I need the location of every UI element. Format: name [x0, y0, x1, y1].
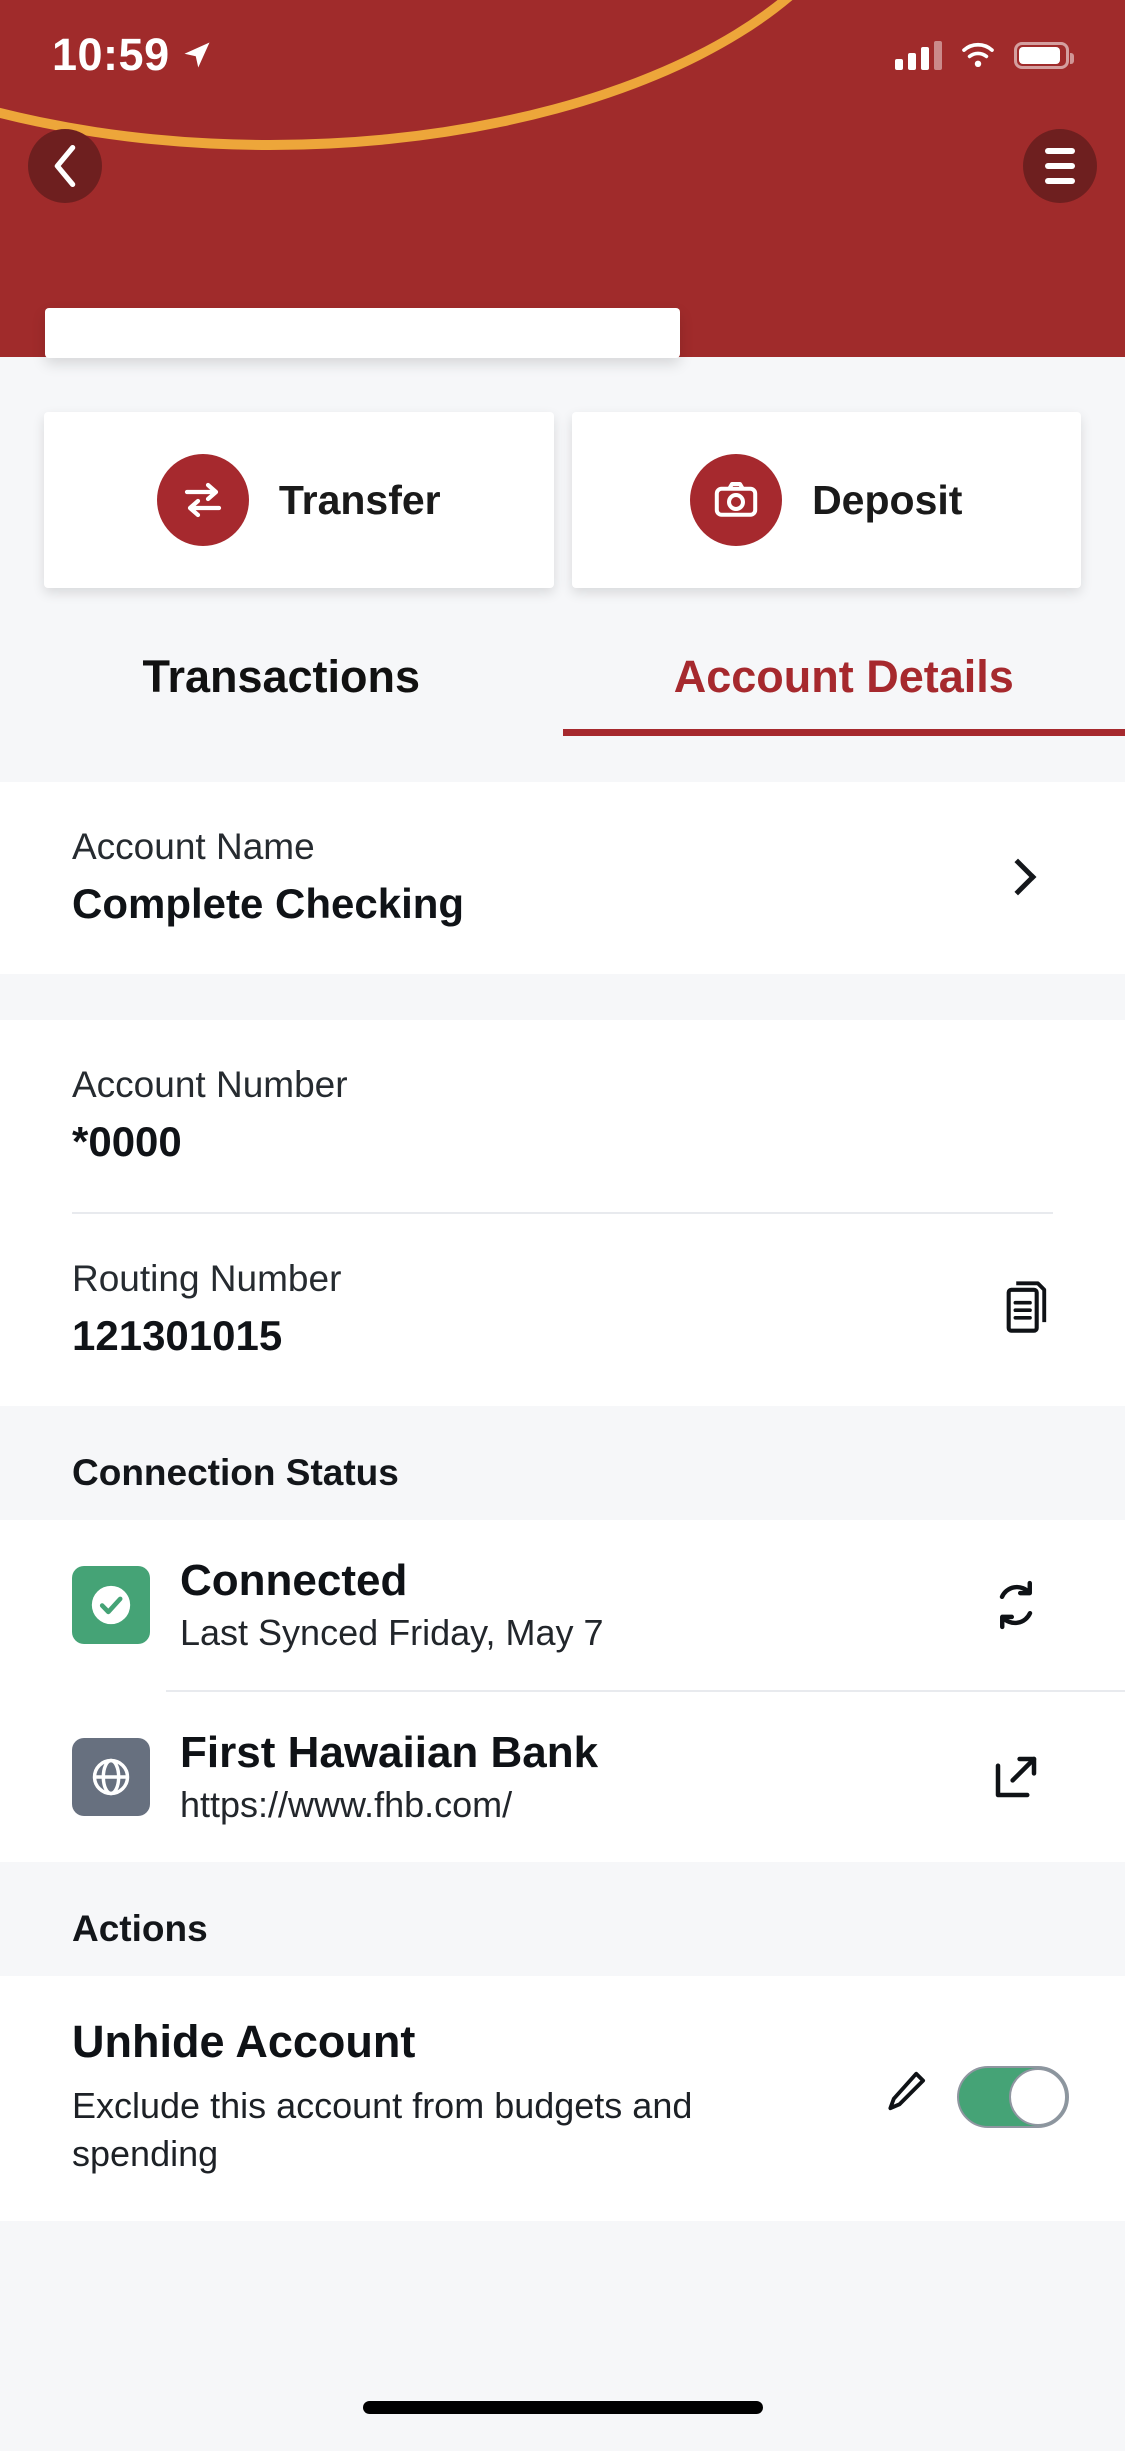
- unhide-account-row: Unhide Account Exclude this account from…: [0, 1976, 1125, 2221]
- institution-url: https://www.fhb.com/: [180, 1784, 949, 1826]
- external-link-icon: [989, 1750, 1043, 1804]
- hamburger-menu-icon: [1045, 163, 1075, 169]
- bottom-spacer: [0, 2221, 1125, 2451]
- tab-transactions[interactable]: Transactions: [0, 618, 563, 736]
- section-gap: [0, 974, 1125, 1020]
- quick-actions-row: Transfer Deposit: [0, 412, 1125, 588]
- chevron-right-icon: [1000, 859, 1037, 896]
- edit-account-button[interactable]: [879, 2066, 931, 2127]
- connection-status-heading: Connection Status: [0, 1406, 1125, 1520]
- routing-number-row: Routing Number 121301015: [0, 1214, 1125, 1406]
- account-numbers-panel: Account Number *0000 Routing Number 1213…: [0, 1020, 1125, 1406]
- transfer-button[interactable]: Transfer: [44, 412, 554, 588]
- connection-institution-row: First Hawaiian Bank https://www.fhb.com/: [0, 1692, 1125, 1862]
- deposit-button[interactable]: Deposit: [572, 412, 1082, 588]
- deposit-label: Deposit: [812, 477, 962, 524]
- globe-icon: [72, 1738, 150, 1816]
- check-circle-icon: [72, 1566, 150, 1644]
- routing-number-value: 121301015: [72, 1312, 341, 1360]
- account-name-label: Account Name: [72, 826, 464, 868]
- transfer-label: Transfer: [279, 477, 441, 524]
- refresh-sync-button[interactable]: [979, 1577, 1053, 1633]
- tab-bar: Transactions Account Details: [0, 618, 1125, 736]
- connection-status-panel: Connected Last Synced Friday, May 7: [0, 1520, 1125, 1862]
- tab-transactions-label: Transactions: [142, 651, 420, 703]
- tab-account-details[interactable]: Account Details: [563, 618, 1125, 736]
- wifi-icon: [960, 41, 996, 69]
- hamburger-menu-icon: [1045, 148, 1075, 154]
- connection-status-title: Connected: [180, 1556, 949, 1606]
- tab-account-details-label: Account Details: [674, 651, 1014, 703]
- account-name-row[interactable]: Account Name Complete Checking: [0, 782, 1125, 974]
- account-number-row: Account Number *0000: [0, 1020, 1125, 1212]
- routing-number-label: Routing Number: [72, 1258, 341, 1300]
- refresh-sync-icon: [988, 1577, 1044, 1633]
- menu-button[interactable]: [1023, 129, 1097, 203]
- account-number-label: Account Number: [72, 1064, 348, 1106]
- actions-panel: Unhide Account Exclude this account from…: [0, 1976, 1125, 2221]
- actions-heading: Actions: [0, 1862, 1125, 1976]
- institution-name: First Hawaiian Bank: [180, 1728, 949, 1778]
- app-header: 10:59: [0, 0, 1125, 357]
- back-button[interactable]: [28, 129, 102, 203]
- hamburger-menu-icon: [1045, 178, 1075, 184]
- balance-card-peek: [45, 308, 680, 358]
- account-name-panel: Account Name Complete Checking: [0, 782, 1125, 974]
- status-bar-left: 10:59: [52, 29, 212, 81]
- status-bar-right: [895, 40, 1069, 70]
- unhide-account-description: Exclude this account from budgets and sp…: [72, 2082, 833, 2177]
- account-name-value: Complete Checking: [72, 880, 464, 928]
- location-arrow-icon: [182, 40, 212, 70]
- chevron-left-icon: [48, 143, 82, 189]
- home-indicator: [363, 2401, 763, 2414]
- toggle-knob: [1009, 2068, 1067, 2126]
- pencil-edit-icon: [879, 2066, 931, 2122]
- battery-icon: [1014, 42, 1069, 69]
- connection-connected-row: Connected Last Synced Friday, May 7: [0, 1520, 1125, 1690]
- unhide-account-title: Unhide Account: [72, 2016, 833, 2068]
- status-bar: 10:59: [0, 0, 1125, 110]
- copy-routing-number-button[interactable]: [1001, 1279, 1053, 1340]
- camera-icon: [690, 454, 782, 546]
- connection-last-synced: Last Synced Friday, May 7: [180, 1612, 949, 1654]
- section-gap: [0, 736, 1125, 782]
- status-bar-time: 10:59: [52, 29, 170, 81]
- cellular-signal-icon: [895, 40, 942, 70]
- copy-icon: [1001, 1279, 1053, 1335]
- account-number-value: *0000: [72, 1118, 348, 1166]
- account-details-content: Account Name Complete Checking Account N…: [0, 736, 1125, 2451]
- open-institution-site-button[interactable]: [979, 1750, 1053, 1804]
- transfer-swap-icon: [157, 454, 249, 546]
- unhide-account-toggle[interactable]: [957, 2066, 1069, 2128]
